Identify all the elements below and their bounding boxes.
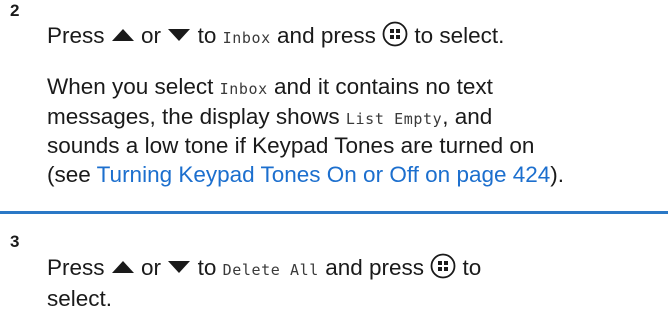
cross-reference-link[interactable]: Turning Keypad Tones On or Off on page 4… (97, 162, 551, 187)
step-instruction: Press or to Inbox and press to select. (47, 21, 505, 48)
down-arrow-key-icon (168, 261, 191, 274)
section-divider (0, 211, 668, 214)
step-note-line: sounds a low tone if Keypad Tones are tu… (47, 133, 535, 158)
menu-item-name: Inbox (222, 29, 271, 47)
menu-ok-button-icon (430, 253, 456, 279)
menu-ok-button-icon (382, 21, 408, 47)
up-arrow-key-icon (111, 29, 134, 42)
step-note-line: When you select Inbox and it contains no… (47, 74, 493, 99)
display-message: List Empty (345, 110, 443, 128)
step-number: 2 (10, 1, 20, 20)
step-note-line: messages, the display shows List Empty, … (47, 104, 493, 129)
step-instruction: Press or to Delete All and press to (47, 253, 482, 280)
up-arrow-key-icon (111, 261, 134, 274)
step-note-line: (see Turning Keypad Tones On or Off on p… (47, 162, 565, 187)
menu-item-name: Delete All (222, 261, 319, 279)
down-arrow-key-icon (168, 29, 191, 42)
menu-item-name: Inbox (219, 80, 268, 98)
step-instruction-cont: select. (47, 286, 113, 311)
step-number: 3 (10, 232, 20, 251)
